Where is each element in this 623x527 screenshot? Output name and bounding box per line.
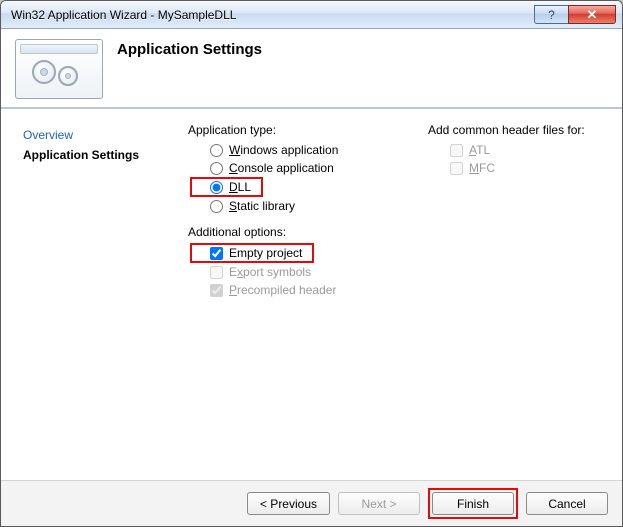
wizard-footer: < Previous Next > Finish Cancel [1,480,622,526]
radio-input[interactable] [210,200,223,213]
wizard-header: Application Settings [1,29,622,109]
checkbox-precompiled-header: Precompiled header [188,281,398,299]
checkbox-input [210,266,223,279]
finish-button-wrap: Finish [428,488,518,519]
gear-icon [58,66,78,86]
radio-input[interactable] [210,144,223,157]
window-buttons: ? ✕ [534,5,616,24]
checkbox-export-symbols: Export symbols [188,263,398,281]
sidebar-item-overview[interactable]: Overview [23,125,156,145]
help-button[interactable]: ? [534,5,568,24]
checkbox-mfc: MFC [428,159,608,177]
checkbox-label: Empty project [229,246,302,260]
close-button[interactable]: ✕ [568,5,616,24]
close-icon: ✕ [587,7,598,23]
previous-button-wrap: < Previous [247,492,330,515]
radio-label: Console application [229,161,334,175]
page-title: Application Settings [117,39,262,58]
radio-static-library[interactable]: Static library [188,197,398,215]
radio-label: Windows application [229,143,338,157]
checkbox-input [450,162,463,175]
checkbox-label: MFC [469,161,495,175]
gear-icon [32,60,56,84]
radio-input[interactable] [210,181,223,194]
common-header-label: Add common header files for: [428,123,608,137]
radio-dll[interactable]: DLL [190,177,263,197]
cancel-button-wrap: Cancel [526,492,608,515]
next-button: Next > [338,492,420,515]
content-area: Application type: Windows application Co… [166,109,622,476]
radio-label: DLL [229,180,251,194]
sidebar: Overview Application Settings [1,109,166,476]
left-column: Application type: Windows application Co… [188,123,398,466]
cancel-button[interactable]: Cancel [526,492,608,515]
sidebar-item-application-settings[interactable]: Application Settings [23,145,156,165]
checkbox-empty-project[interactable]: Empty project [190,243,314,263]
help-icon: ? [548,8,555,22]
checkbox-label: Export symbols [229,265,311,279]
next-button-wrap: Next > [338,492,420,515]
radio-windows-application[interactable]: Windows application [188,141,398,159]
previous-button[interactable]: < Previous [247,492,330,515]
checkbox-label: ATL [469,143,490,157]
wizard-body: Overview Application Settings Applicatio… [1,109,622,476]
radio-label: Static library [229,199,295,213]
window-title: Win32 Application Wizard - MySampleDLL [7,8,534,22]
checkbox-atl: ATL [428,141,608,159]
finish-button[interactable]: Finish [432,492,514,515]
checkbox-input[interactable] [210,247,223,260]
titlebar: Win32 Application Wizard - MySampleDLL ?… [1,1,622,29]
header-graphic [15,39,103,99]
wizard-window: Win32 Application Wizard - MySampleDLL ?… [0,0,623,527]
additional-options-label: Additional options: [188,225,398,239]
application-type-label: Application type: [188,123,398,137]
checkbox-input [210,284,223,297]
checkbox-input [450,144,463,157]
radio-console-application[interactable]: Console application [188,159,398,177]
checkbox-label: Precompiled header [229,283,336,297]
radio-input[interactable] [210,162,223,175]
right-column: Add common header files for: ATL MFC [428,123,608,466]
